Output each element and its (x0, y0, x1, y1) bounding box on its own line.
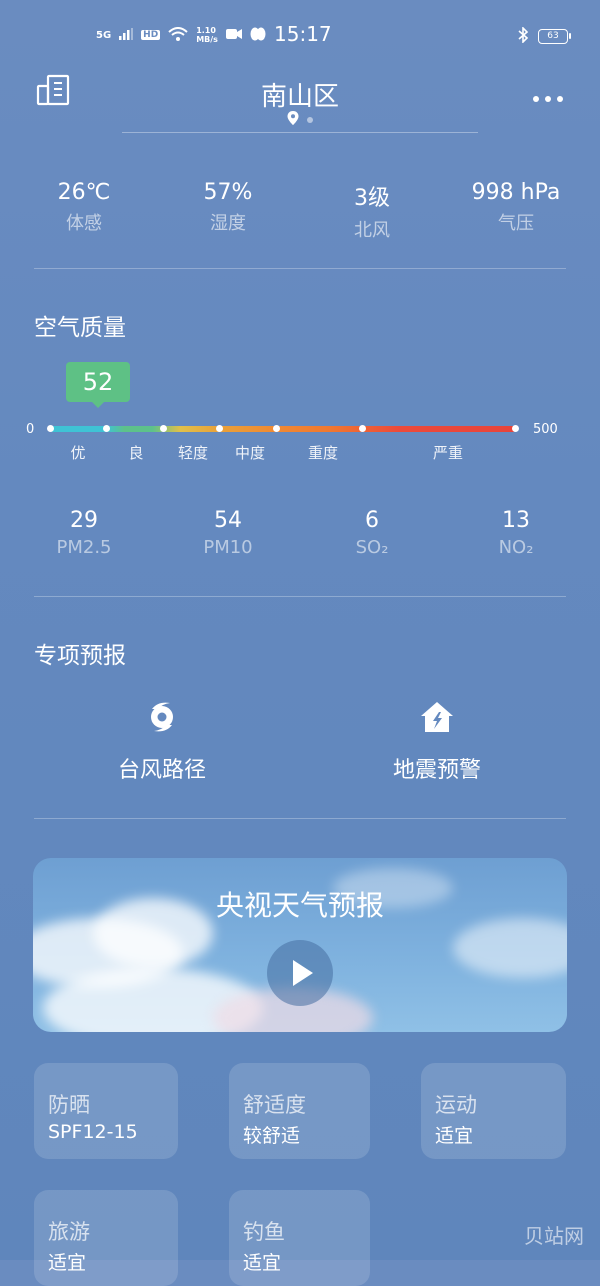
earthquake-house-icon (337, 700, 537, 738)
weather-metrics: 26℃ 体感 57% 湿度 3级 北风 998 hPa 气压 (12, 180, 588, 242)
pollutant-so2: 6 SO₂ (355, 508, 389, 558)
play-icon[interactable] (267, 940, 333, 1006)
video-title: 央视天气预报 (215, 889, 384, 922)
bluetooth-icon (518, 24, 529, 48)
pollutant-no2: 13 NO₂ (498, 508, 534, 558)
status-time: 15:17 (274, 22, 332, 46)
cloud (453, 918, 567, 978)
earthquake-warning-button[interactable]: 地震预警 (337, 700, 537, 784)
app-notification-icon (250, 27, 266, 44)
index-card-travel[interactable]: 旅游 适宜 (34, 1190, 178, 1286)
scale-max-label: 500 (533, 422, 558, 437)
level-label-light: 轻度 (177, 444, 209, 462)
pollutant-pm25: 29 PM2.5 (56, 508, 112, 558)
level-label-good: 良 (128, 444, 144, 462)
air-quality-title[interactable]: 空气质量 (34, 308, 126, 342)
status-bar: 5G HD 1.10 MB/s 15:17 63 (0, 22, 600, 52)
index-card-fishing[interactable]: 钓鱼 适宜 (229, 1190, 370, 1286)
status-left: 5G HD 1.10 MB/s (96, 26, 266, 44)
scale-min-label: 0 (26, 422, 35, 437)
page-dot (307, 116, 313, 123)
level-label-excellent: 优 (70, 444, 86, 462)
divider (34, 596, 566, 597)
location-title[interactable]: 南山区 (0, 76, 600, 113)
aqi-badge: 52 (66, 362, 130, 408)
level-label-moderate: 中度 (234, 444, 266, 462)
signal-icon (119, 27, 134, 43)
location-pin-icon (287, 110, 299, 129)
more-horizontal-icon[interactable] (532, 84, 564, 109)
index-card-sports[interactable]: 运动 适宜 (421, 1063, 566, 1159)
metric-humidity: 57% 湿度 (203, 180, 253, 234)
scale-tick (47, 425, 54, 432)
divider (34, 268, 566, 269)
scale-tick (359, 425, 366, 432)
special-forecast-title: 专项预报 (34, 643, 126, 669)
scale-tick (273, 425, 280, 432)
status-right: 63 (518, 24, 571, 48)
pollutant-list: 29 PM2.5 54 PM10 6 SO₂ 13 NO₂ (12, 508, 588, 558)
scale-tick (160, 425, 167, 432)
metric-feels-like: 26℃ 体感 (57, 180, 111, 234)
header-divider (122, 132, 478, 133)
watermark: 贝站网 (524, 1224, 584, 1248)
page-indicator (0, 110, 600, 129)
hd-badge: HD (141, 30, 161, 40)
metric-pressure: 998 hPa 气压 (471, 180, 561, 234)
typhoon-path-button[interactable]: 台风路径 (62, 700, 262, 784)
network-label: 5G (96, 29, 112, 41)
metric-wind: 3级 北风 (354, 186, 390, 241)
divider (34, 818, 566, 819)
net-speed: 1.10 MB/s (196, 26, 218, 44)
index-card-comfort[interactable]: 舒适度 较舒适 (229, 1063, 370, 1159)
level-label-heavy: 重度 (307, 444, 339, 462)
typhoon-icon (62, 700, 262, 738)
battery-icon: 63 (538, 28, 571, 44)
aqi-scale-bar (50, 426, 516, 432)
level-label-severe: 严重 (432, 444, 464, 462)
weather-video-card[interactable]: 央视天气预报 (33, 858, 567, 1032)
scale-tick (512, 425, 519, 432)
video-camera-icon (225, 28, 242, 43)
wifi-icon (168, 26, 188, 44)
pollutant-pm10: 54 PM10 (203, 508, 253, 558)
scale-tick (103, 425, 110, 432)
index-card-sunscreen[interactable]: 防晒 SPF12-15 (34, 1063, 178, 1159)
scale-tick (216, 425, 223, 432)
